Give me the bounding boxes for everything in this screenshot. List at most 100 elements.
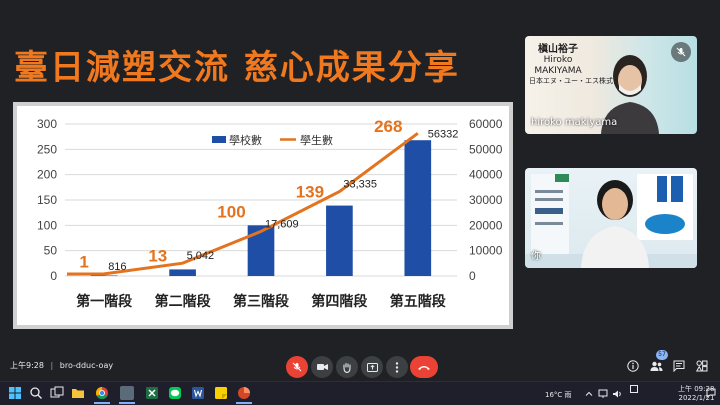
leave-call-button[interactable] <box>410 356 438 378</box>
participant-video-self <box>581 180 649 268</box>
chart-frame: 0 50 100 150 200 250 300 0 10000 20000 30000 40000 5… <box>13 102 513 329</box>
bar-學校數 <box>90 275 118 276</box>
bar-data-label: 1 <box>79 252 88 271</box>
windows-start-icon[interactable] <box>8 386 22 400</box>
tray-chevron-icon[interactable] <box>585 390 593 398</box>
line-data-label: 33,335 <box>343 179 377 191</box>
category-label: 第三階段 <box>233 293 289 309</box>
slide-title: 臺日減塑交流 慈心成果分享 <box>14 48 460 88</box>
camera-toggle-button[interactable] <box>311 356 333 378</box>
name-card-english-first: Hiroko <box>543 55 573 65</box>
participant-name: 你 <box>531 251 541 262</box>
notification-icon[interactable] <box>706 388 716 398</box>
word-icon[interactable] <box>191 386 205 400</box>
category-label: 第二階段 <box>155 293 211 309</box>
screen: 臺日減塑交流 慈心成果分享 0 50 100 150 200 250 300 0 10000 20… <box>0 0 720 405</box>
show-everyone-button[interactable] <box>648 358 664 374</box>
bar-data-label: 100 <box>217 202 245 221</box>
mic-muted-badge <box>671 42 691 62</box>
meeting-info: 上午9:28 | bro-dduc-oay <box>10 360 113 371</box>
bar-學校數 <box>326 205 353 276</box>
participant-count-badge: 57 <box>656 350 668 360</box>
left-axis-tick-label: 50 <box>44 244 58 258</box>
bar-學校數 <box>404 140 432 276</box>
chat-button[interactable] <box>671 358 687 374</box>
legend-swatch-bar <box>212 136 226 143</box>
name-card: 槇山裕子 Hiroko MAKIYAMA 日本エヌ・ユー・エス株式会社 <box>529 40 627 86</box>
shapes-icon <box>696 360 708 372</box>
right-axis-tick-label: 10000 <box>469 244 503 258</box>
volume-icon[interactable] <box>612 389 622 399</box>
present-screen-button[interactable] <box>361 356 383 378</box>
excel-icon[interactable] <box>145 386 159 400</box>
camera-icon <box>316 364 328 370</box>
legend-label: 學校數 <box>229 133 262 147</box>
chrome-icon[interactable] <box>95 386 109 400</box>
hand-icon <box>343 362 351 373</box>
combo-chart: 0 50 100 150 200 250 300 0 10000 20000 30000 40000 5… <box>37 117 503 309</box>
line-app-icon[interactable] <box>168 386 182 400</box>
active-app-indicator <box>94 402 110 404</box>
powerpoint-icon[interactable] <box>237 386 251 400</box>
mic-toggle-button[interactable] <box>286 356 308 378</box>
meeting-code: bro-dduc-oay <box>59 361 114 370</box>
legend-label: 學生數 <box>300 133 333 147</box>
activities-button[interactable] <box>694 358 710 374</box>
right-axis-tick-label: 30000 <box>469 193 503 207</box>
right-axis-tick-label: 40000 <box>469 168 503 182</box>
mic-off-icon <box>292 362 302 372</box>
present-icon <box>366 362 378 372</box>
bar-data-label: 268 <box>374 117 402 136</box>
name-card-company: 日本エヌ・ユー・エス株式会社 <box>529 77 627 85</box>
category-label: 第一階段 <box>76 293 132 309</box>
ime-indicator[interactable] <box>630 385 638 395</box>
participant-tile-self[interactable]: 你 <box>525 168 697 268</box>
bar-學校數 <box>169 269 196 276</box>
left-axis-tick-label: 150 <box>37 193 57 207</box>
meeting-details-button[interactable] <box>625 358 641 374</box>
info-icon <box>627 360 639 372</box>
bar-data-label: 139 <box>296 183 324 202</box>
line-data-label: 816 <box>108 261 126 273</box>
presentation-slide: 臺日減塑交流 慈心成果分享 0 50 100 150 200 250 300 0 10000 20… <box>0 22 520 329</box>
meeting-time: 上午9:28 <box>10 361 44 370</box>
separator: | <box>50 361 54 370</box>
line-data-label: 17,609 <box>265 218 299 230</box>
right-axis-tick-label: 50000 <box>469 142 503 156</box>
left-axis-tick-label: 0 <box>50 269 57 283</box>
task-view-icon[interactable] <box>50 386 64 400</box>
meet-window-icon[interactable] <box>120 386 134 400</box>
category-label: 第四階段 <box>311 293 367 309</box>
active-app-indicator <box>119 402 135 404</box>
name-card-english-last: MAKIYAMA <box>534 66 582 76</box>
file-explorer-icon[interactable] <box>71 386 85 400</box>
participant-name: hiroko makiyama <box>531 117 618 128</box>
name-card-chinese: 槇山裕子 <box>538 44 578 55</box>
left-axis-tick-label: 300 <box>37 117 57 131</box>
right-axis-tick-label: 20000 <box>469 218 503 232</box>
notes-icon[interactable] <box>214 386 228 400</box>
people-icon <box>650 361 662 371</box>
right-axis-tick-label: 0 <box>469 269 476 283</box>
raise-hand-button[interactable] <box>336 356 358 378</box>
line-data-label: 56332 <box>428 128 459 140</box>
right-axis-tick-label: 60000 <box>469 117 503 131</box>
active-app-indicator <box>236 402 252 404</box>
category-label: 第五階段 <box>390 293 446 309</box>
phone-hangup-icon <box>418 365 430 370</box>
search-icon[interactable] <box>29 386 43 400</box>
windows-taskbar: 16°C 雨 上午 09:28 2022/1/21 <box>0 381 720 405</box>
network-icon[interactable] <box>598 389 608 399</box>
more-options-button[interactable] <box>386 356 408 378</box>
left-axis-tick-label: 100 <box>37 218 57 232</box>
participant-tile-hiroko[interactable]: 槇山裕子 Hiroko MAKIYAMA 日本エヌ・ユー・エス株式会社 hiro… <box>525 36 697 134</box>
left-axis-tick-label: 200 <box>37 168 57 182</box>
mic-off-icon <box>676 47 686 57</box>
meeting-control-bar: 上午9:28 | bro-dduc-oay 57 <box>0 350 720 380</box>
bar-data-label: 13 <box>148 246 167 265</box>
weather[interactable]: 16°C 雨 <box>545 390 572 400</box>
left-axis-tick-label: 250 <box>37 142 57 156</box>
chat-icon <box>673 360 685 372</box>
line-data-label: 5,042 <box>187 250 215 262</box>
more-vert-icon <box>395 361 399 373</box>
